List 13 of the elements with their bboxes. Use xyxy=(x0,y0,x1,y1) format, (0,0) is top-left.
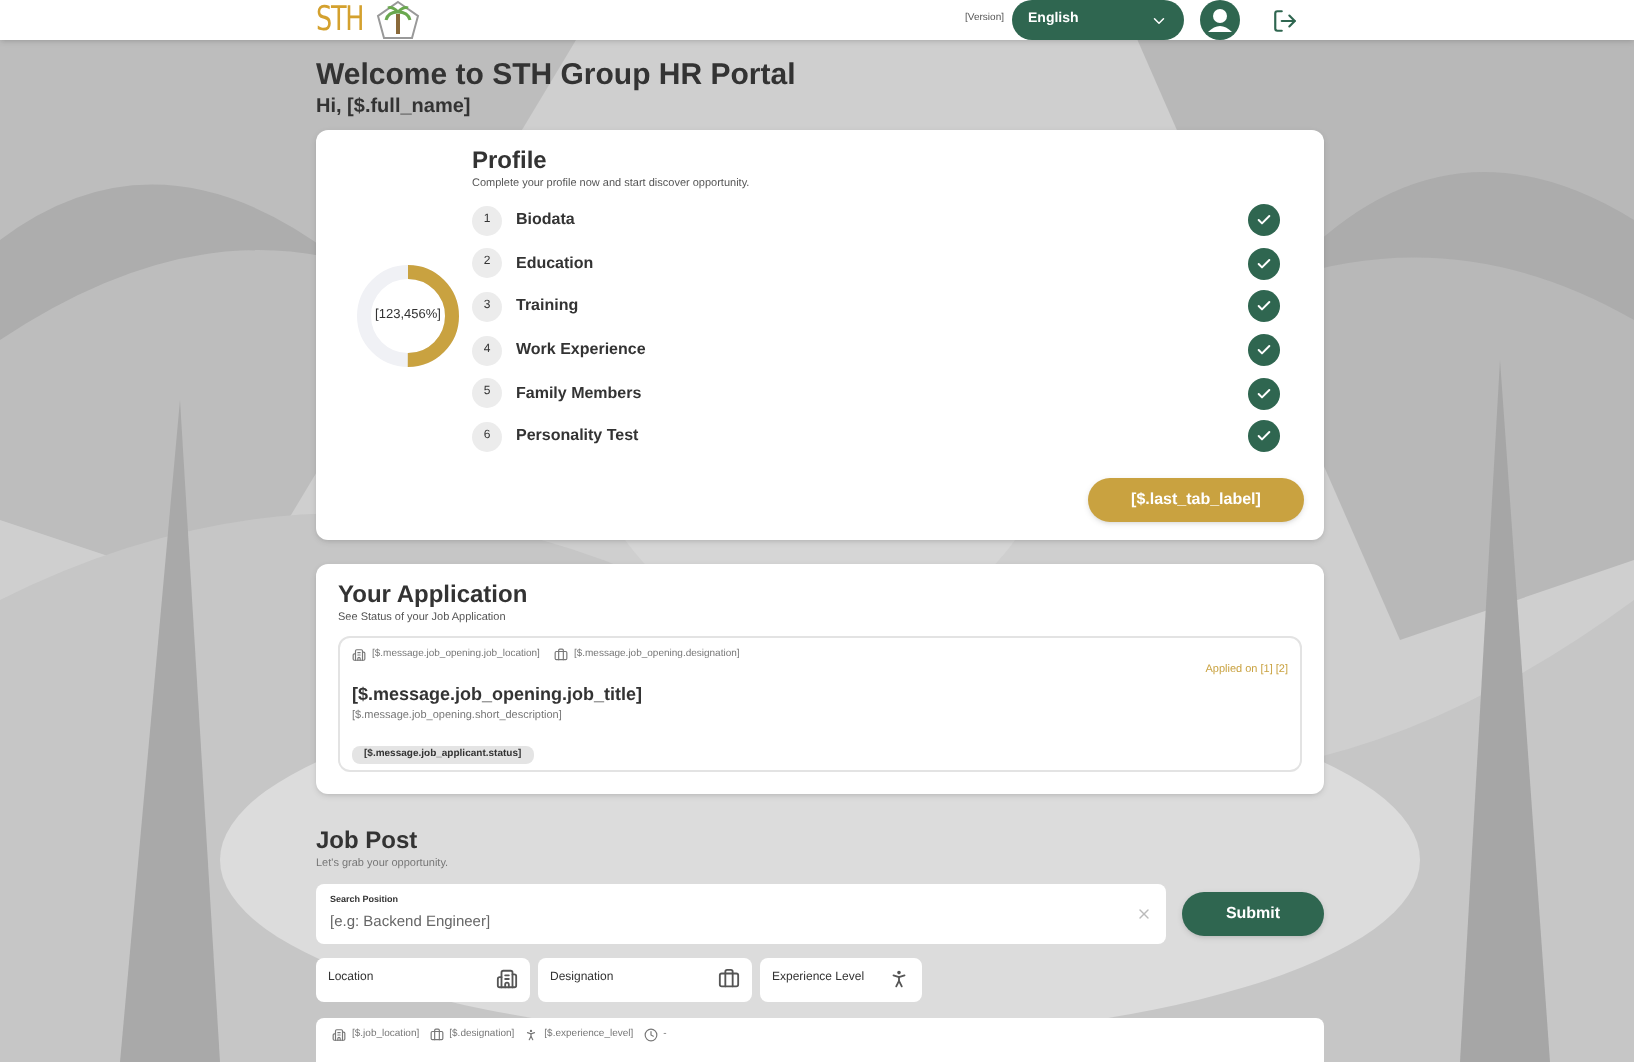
submit-button[interactable]: Submit xyxy=(1182,891,1324,935)
step-label[interactable]: Education xyxy=(516,251,1248,276)
step-label[interactable]: Training xyxy=(516,294,1248,319)
step-label[interactable]: Family Members xyxy=(516,381,1248,406)
application-title: Your Application xyxy=(338,580,530,611)
greeting: Hi, [$.full_name] xyxy=(316,95,473,121)
step-label[interactable]: Work Experience xyxy=(516,338,1248,363)
step-label[interactable]: Biodata xyxy=(516,208,1248,233)
page-title: Welcome to STH Group HR Portal xyxy=(316,58,798,96)
job-title: [$.message.job_opening.job_title] xyxy=(352,684,645,707)
step-label[interactable]: Personality Test xyxy=(516,424,1248,449)
job-post-title: Job Post xyxy=(316,826,420,857)
profile-title: Profile xyxy=(472,146,549,177)
